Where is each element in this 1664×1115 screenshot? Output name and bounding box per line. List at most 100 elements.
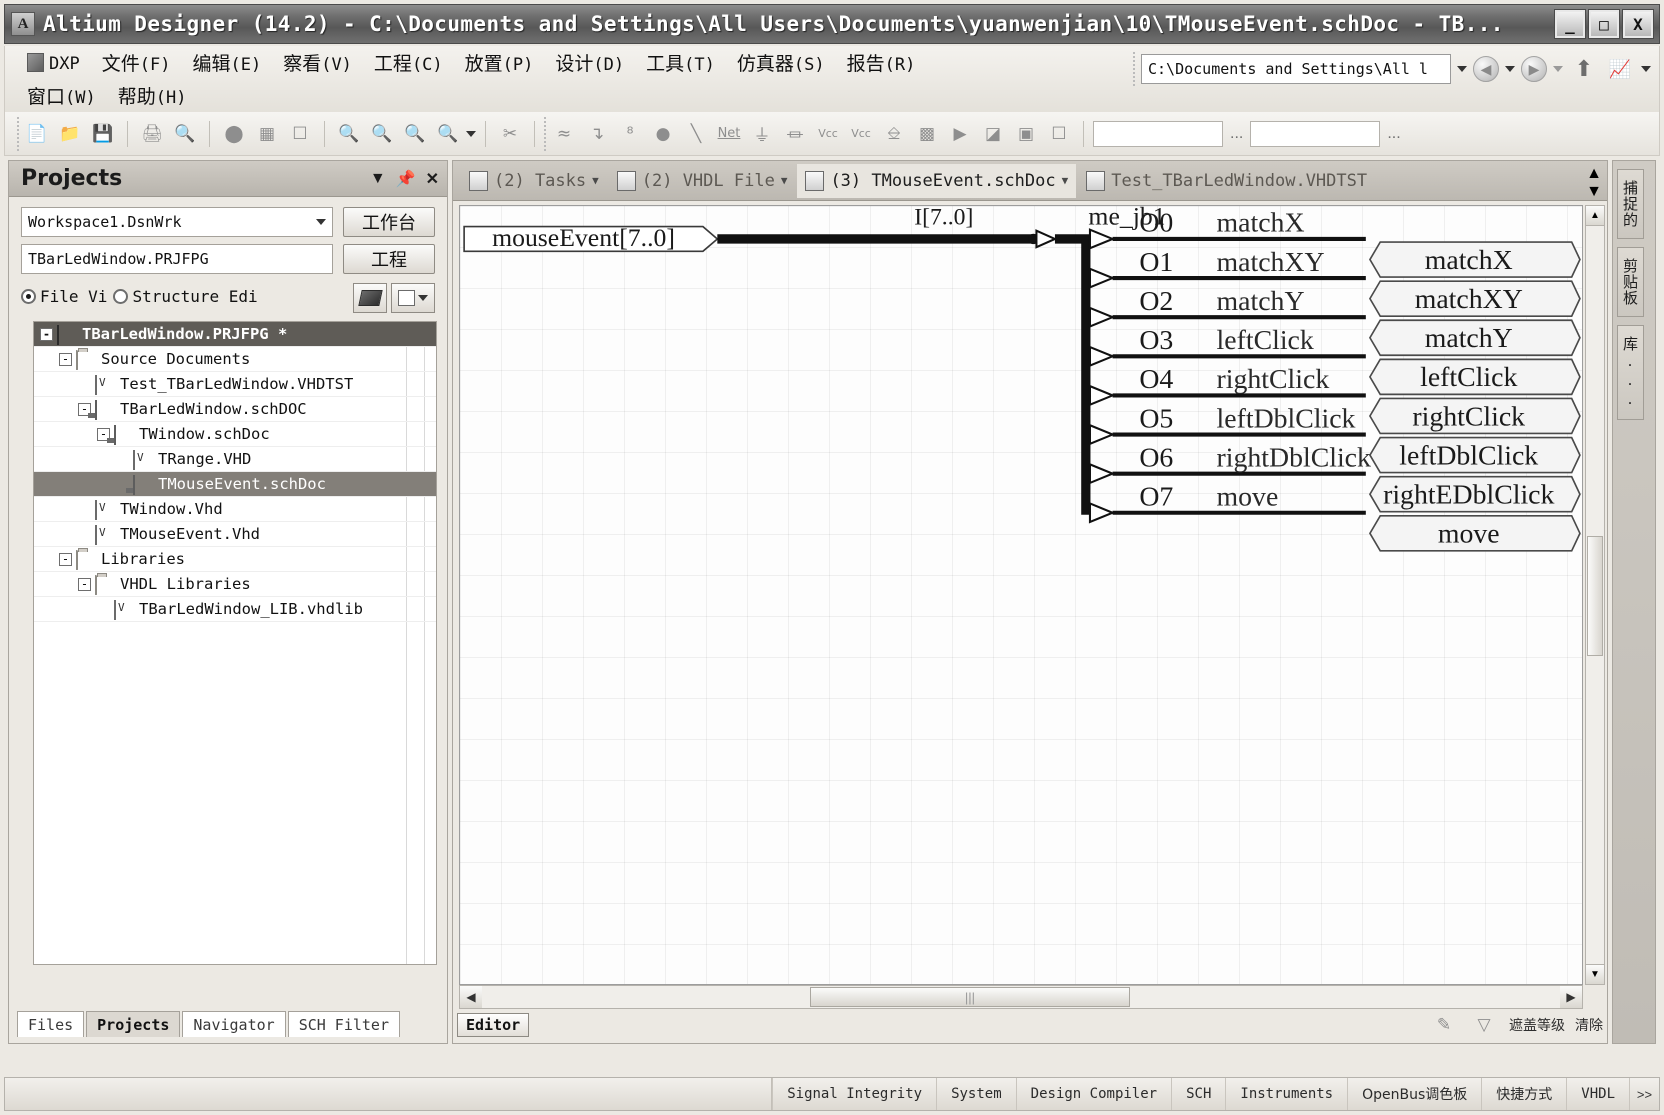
schematic-canvas[interactable]: mouseEvent[7..0] I[7..0] me_jb1 O0 matchX…	[459, 205, 1583, 985]
tree-expander[interactable]: -	[40, 327, 53, 341]
filter-icon[interactable]: ▽	[1469, 1010, 1499, 1040]
tab-files[interactable]: Files	[17, 1011, 85, 1037]
sheet-pin-o6[interactable]: O6 rightDblClick	[1088, 442, 1371, 485]
tab-scroll-buttons[interactable]: ▲ ▼	[1585, 165, 1603, 200]
status-openbus-palette[interactable]: OpenBus调色板	[1347, 1078, 1481, 1110]
toolbar-dots-1[interactable]: ...	[1230, 125, 1243, 143]
tab-scroll-down-icon[interactable]: ▼	[1586, 183, 1602, 201]
scroll-left-button[interactable]: ◀	[460, 986, 482, 1008]
window-icon[interactable]: ☐	[285, 119, 315, 149]
forward-icon[interactable]: ▶	[1521, 56, 1547, 82]
toolbar-grip[interactable]	[1133, 52, 1135, 86]
part-icon[interactable]: ⎒	[879, 119, 909, 149]
workspace-combo[interactable]: Workspace1.DsnWrk	[21, 207, 333, 237]
project-options-icon[interactable]	[353, 282, 387, 313]
doc-tab-vhdl-file[interactable]: (2) VHDL File ▼	[609, 164, 796, 198]
sheet-pin-o7[interactable]: O7 move	[1088, 482, 1366, 524]
sheet-pin-o3[interactable]: O3 leftClick	[1088, 325, 1366, 368]
back-dropdown-icon[interactable]	[1505, 66, 1515, 72]
right-dock-tab-libraries[interactable]: 库...	[1617, 325, 1644, 420]
toolbar-combo-2[interactable]	[1250, 120, 1381, 147]
mask-level-label[interactable]: 遮盖等级	[1509, 1015, 1565, 1035]
panel-close-icon[interactable]: ✕	[426, 169, 439, 189]
scroll-up-button[interactable]: ▲	[1586, 206, 1604, 226]
vcc-bar-icon[interactable]: Vcc	[846, 119, 876, 149]
output-port-rightclick[interactable]: rightClick	[1368, 397, 1581, 435]
tree-item-tmouseevent-schdoc[interactable]: TMouseEvent.schDoc	[34, 472, 436, 497]
sheet-pin-o2[interactable]: O2 matchY	[1088, 286, 1366, 328]
print-icon[interactable]: 🖨	[137, 119, 167, 149]
mask-level-icon[interactable]: ✎	[1429, 1010, 1459, 1040]
output-port-rightedblclick[interactable]: rightEDblClick	[1368, 475, 1581, 513]
tree-expander[interactable]: -	[78, 577, 91, 591]
menu-item-tools[interactable]: 工具(T)	[646, 49, 715, 76]
chart-dropdown-icon[interactable]	[1641, 66, 1651, 72]
doc-tab-test-tbarledwindow[interactable]: Test_TBarLedWindow.VHDTST	[1078, 164, 1375, 198]
horizontal-scrollbar[interactable]: ◀ ||| ▶	[459, 985, 1583, 1009]
status-sch[interactable]: SCH	[1171, 1078, 1225, 1110]
document-options-icon[interactable]	[391, 282, 435, 313]
zoom-filter-icon[interactable]: 🔍	[433, 119, 463, 149]
output-port-matchxy[interactable]: matchXY	[1368, 280, 1581, 317]
toolbar-combo-1[interactable]	[1093, 120, 1223, 147]
file-view-radio[interactable]	[21, 289, 36, 304]
scroll-right-button[interactable]: ▶	[1560, 986, 1582, 1008]
output-port-leftclick[interactable]: leftClick	[1368, 358, 1581, 396]
status-instruments[interactable]: Instruments	[1225, 1078, 1347, 1110]
output-port-matchy[interactable]: matchY	[1368, 319, 1581, 357]
pin-icon[interactable]: 📌	[396, 169, 416, 189]
tree-expander[interactable]: -	[59, 352, 72, 366]
status-vhdl[interactable]: VHDL	[1566, 1078, 1629, 1110]
zoom-document-icon[interactable]: 🔍	[334, 119, 364, 149]
tab-projects[interactable]: Projects	[86, 1011, 181, 1037]
vcc-power-icon[interactable]: Vcc	[813, 119, 843, 149]
maximize-button[interactable]: □	[1588, 9, 1620, 39]
tree-item-tbarledwindow-prjfpg[interactable]: - TBarLedWindow.PRJFPG *	[34, 322, 436, 347]
cut-icon[interactable]: ✂	[495, 119, 525, 149]
tree-item-source-documents[interactable]: - Source Documents	[34, 347, 436, 372]
toolbar-grip-main[interactable]	[17, 116, 19, 151]
tree-item-trange-vhd[interactable]: TRange.VHD	[34, 447, 436, 472]
zoom-select-icon[interactable]: 🔍	[400, 119, 430, 149]
status-shortcuts[interactable]: 快捷方式	[1481, 1078, 1566, 1110]
tree-expander[interactable]: -	[59, 552, 72, 566]
chart-icon[interactable]: 📈	[1605, 54, 1635, 84]
board-icon[interactable]: ⬤	[219, 119, 249, 149]
address-input[interactable]: C:\Documents and Settings\All l	[1141, 54, 1451, 84]
tree-item-tbarledwindow-schdoc[interactable]: - TBarLedWindow.schDOC	[34, 397, 436, 422]
doc-tab-vhdl-file-caret-icon[interactable]: ▼	[781, 174, 788, 187]
structure-edit-radio[interactable]	[113, 289, 129, 304]
net-point-icon[interactable]: ●	[648, 119, 678, 149]
menu-item-dxp[interactable]: DXP	[49, 52, 80, 74]
tree-item-libraries[interactable]: - Libraries	[34, 547, 436, 572]
zoom-area-icon[interactable]: 🔍	[367, 119, 397, 149]
doc-tab-tmouseevent-schdoc[interactable]: (3) TMouseEvent.schDoc ▼	[797, 163, 1077, 198]
gnd-icon[interactable]: ⏛	[780, 119, 810, 149]
scroll-down-button[interactable]: ▼	[1586, 964, 1604, 984]
project-tree[interactable]: - TBarLedWindow.PRJFPG * - Source Documents…	[33, 321, 437, 965]
menu-item-help[interactable]: 帮助(H)	[118, 82, 187, 109]
save-icon[interactable]: 💾	[88, 119, 118, 149]
menu-item-view[interactable]: 察看(V)	[283, 49, 352, 76]
tree-item-tmouseevent-vhd[interactable]: TMouseEvent.Vhd	[34, 522, 436, 547]
doc-tab-tasks[interactable]: (2) Tasks ▼	[461, 164, 607, 198]
status-overflow-icon[interactable]: >>	[1629, 1078, 1659, 1110]
new-document-icon[interactable]: 📄	[22, 119, 52, 149]
editor-status-button[interactable]: Editor	[457, 1013, 530, 1037]
output-port-move[interactable]: move	[1368, 515, 1581, 552]
right-dock-tab-clipboard[interactable]: 剪贴板	[1617, 247, 1644, 317]
doc-tab-tmouseevent-caret-icon[interactable]: ▼	[1062, 174, 1069, 187]
minimize-button[interactable]: _	[1554, 9, 1586, 39]
panel-dropdown-icon[interactable]: ▼	[370, 170, 386, 188]
menu-item-place[interactable]: 放置(P)	[465, 49, 534, 76]
menu-item-reports[interactable]: 报告(R)	[847, 49, 916, 76]
menu-item-design[interactable]: 设计(D)	[555, 49, 624, 76]
toolbar-grip-wiring[interactable]	[544, 116, 546, 151]
tab-scroll-up-icon[interactable]: ▲	[1586, 165, 1602, 183]
vertical-scroll-thumb[interactable]	[1587, 536, 1603, 656]
status-system[interactable]: System	[936, 1078, 1016, 1110]
up-arrow-icon[interactable]: ⬆	[1569, 54, 1599, 84]
sheet-pin-o4[interactable]: O4 rightClick	[1088, 364, 1366, 407]
toolbar-dots-2[interactable]: ...	[1387, 125, 1400, 143]
vertical-scrollbar[interactable]: ▲ ▼	[1585, 205, 1605, 985]
